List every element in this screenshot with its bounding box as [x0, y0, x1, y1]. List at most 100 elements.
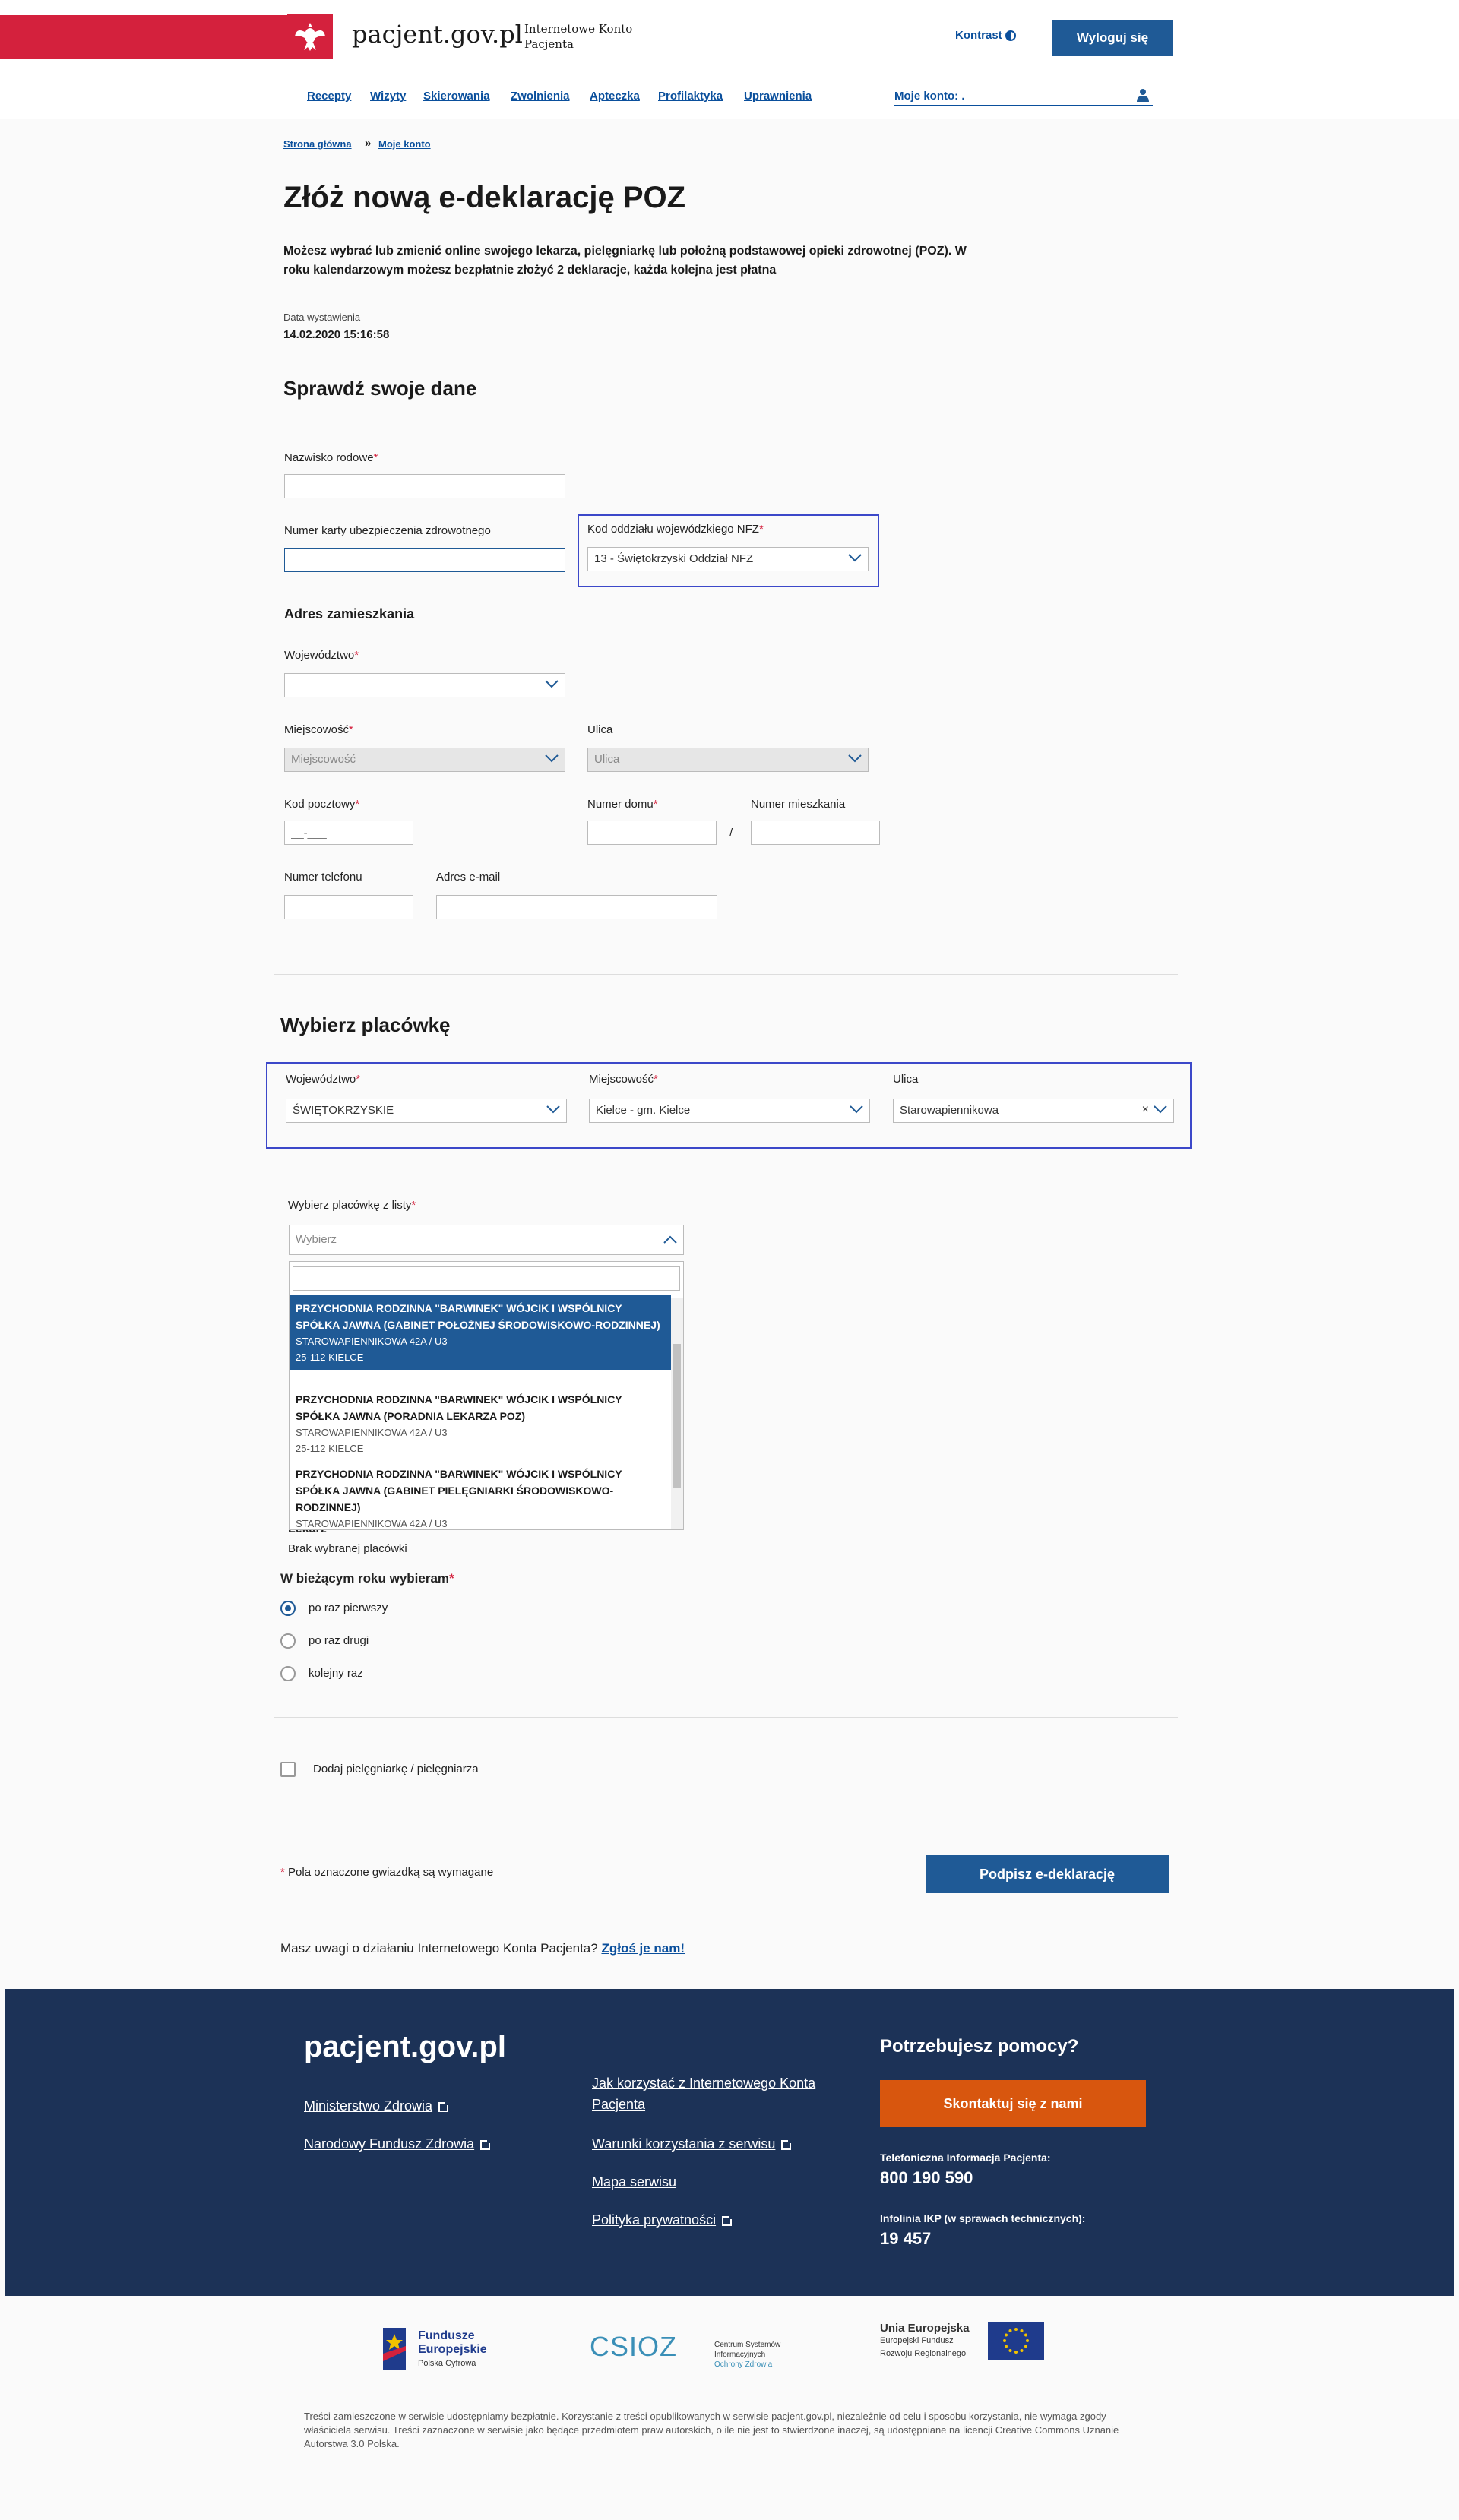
footer-link-nfz[interactable]: Narodowy Fundusz Zdrowia: [304, 2133, 492, 2155]
csioz-logo: CSIOZ Centrum Systemów Informacyjnych Oc…: [590, 2331, 833, 2369]
user-icon[interactable]: [1137, 88, 1149, 102]
facility-street-label: Ulica: [893, 1073, 919, 1086]
fe-line2: Europejskie: [418, 2343, 487, 2356]
external-link-icon: [480, 2138, 492, 2150]
my-account-label[interactable]: Moje konto: .: [894, 90, 965, 103]
footer-link-sitemap[interactable]: Mapa serwisu: [592, 2171, 676, 2193]
facility-street-select[interactable]: Starowapiennikowa ×: [893, 1099, 1174, 1123]
facility-option[interactable]: PRZYCHODNIA RODZINNA "BARWINEK" WÓJCIK I…: [290, 1386, 671, 1461]
nfz-label: Kod oddziału wojewódzkiego NFZ*: [587, 523, 764, 536]
footer-logo[interactable]: pacjent.gov.pl: [304, 2030, 506, 2064]
facility-option-name: PRZYCHODNIA RODZINNA "BARWINEK" WÓJCIK I…: [296, 1468, 622, 1513]
fe-line1: Fundusze: [418, 2329, 475, 2342]
subtitle-line1: Internetowe Konto: [524, 22, 633, 36]
fe-star-icon: [383, 2328, 406, 2370]
phone-input[interactable]: [284, 895, 413, 919]
facility-option-postal: 25-112 KIELCE: [296, 1352, 364, 1363]
page-title: Złóż nową e-deklarację POZ: [283, 181, 686, 214]
facility-option-address: STAROWAPIENNIKOWA 42A / U3: [296, 1518, 448, 1529]
chevron-down-icon: [545, 680, 559, 688]
street-placeholder: Ulica: [594, 753, 620, 766]
city-select: Miejscowość: [284, 748, 565, 772]
nav-recepty[interactable]: Recepty: [307, 90, 351, 103]
brand-red-band: [0, 15, 287, 59]
radio-first-time[interactable]: [280, 1601, 296, 1616]
insurance-card-input[interactable]: [284, 548, 565, 572]
external-link-icon: [438, 2100, 451, 2112]
date-label: Data wystawienia: [283, 311, 361, 323]
flat-number-label: Numer mieszkania: [751, 798, 846, 811]
house-number-input[interactable]: [587, 821, 717, 845]
nav-apteczka[interactable]: Apteczka: [590, 90, 640, 103]
radio-next-time-label: kolejny raz: [309, 1667, 363, 1680]
radio-second-time[interactable]: [280, 1633, 296, 1649]
nav-wizyty[interactable]: Wizyty: [370, 90, 406, 103]
polish-eagle-icon: [287, 14, 333, 59]
account-underline: [894, 105, 1153, 106]
required-note: * Pola oznaczone gwiazdką są wymagane: [280, 1866, 494, 1879]
eu-logo: Unia Europejska Europejski Fundusz Rozwo…: [880, 2322, 1047, 2367]
maiden-name-label: Nazwisko rodowe*: [284, 451, 378, 464]
nfz-value: 13 - Świętokrzyski Oddział NFZ: [594, 552, 754, 565]
dropdown-scrollbar[interactable]: [671, 1298, 683, 1529]
breadcrumb-account[interactable]: Moje konto: [378, 138, 431, 150]
facility-dropdown: PRZYCHODNIA RODZINNA "BARWINEK" WÓJCIK I…: [289, 1261, 684, 1530]
contrast-label: Kontrast: [955, 29, 1002, 42]
csioz-sub1: Centrum Systemów Informacyjnych: [714, 2341, 781, 2359]
street-select: Ulica: [587, 748, 869, 772]
nfz-select[interactable]: 13 - Świętokrzyski Oddział NFZ: [587, 547, 869, 571]
main-nav: [0, 76, 1459, 119]
year-choice-label: W bieżącym roku wybieram*: [280, 1571, 454, 1586]
radio-next-time[interactable]: [280, 1666, 296, 1681]
facility-search-input[interactable]: [293, 1266, 680, 1291]
radio-first-time-label: po raz pierwszy: [309, 1601, 388, 1614]
site-logo[interactable]: pacjent.gov.pl: [352, 20, 523, 49]
chevron-up-icon: [663, 1235, 677, 1244]
facility-option[interactable]: PRZYCHODNIA RODZINNA "BARWINEK" WÓJCIK I…: [290, 1295, 671, 1370]
check-data-heading: Sprawdź swoje dane: [283, 377, 477, 400]
postal-input[interactable]: [284, 821, 413, 845]
nav-uprawnienia[interactable]: Uprawnienia: [744, 90, 812, 103]
nav-skierowania[interactable]: Skierowania: [423, 90, 490, 103]
contrast-icon: [1005, 30, 1016, 42]
add-nurse-checkbox[interactable]: [280, 1762, 296, 1777]
contrast-toggle[interactable]: Kontrast: [955, 29, 1016, 42]
facility-list-placeholder: Wybierz: [296, 1233, 337, 1246]
facility-voivodeship-select[interactable]: ŚWIĘTOKRZYSKIE: [286, 1099, 567, 1123]
footer-link-howto[interactable]: Jak korzystać z Internetowego Konta Pacj…: [592, 2073, 835, 2115]
email-input[interactable]: [436, 895, 717, 919]
eu-line1: Unia Europejska: [880, 2322, 970, 2335]
street-label: Ulica: [587, 723, 613, 736]
footer-link-terms[interactable]: Warunki korzystania z serwisu: [592, 2133, 793, 2155]
nav-zwolnienia[interactable]: Zwolnienia: [511, 90, 570, 103]
contact-us-button[interactable]: Skontaktuj się z nami: [880, 2080, 1146, 2127]
ikp-hotline-value: 19 457: [880, 2229, 932, 2248]
facility-option[interactable]: PRZYCHODNIA RODZINNA "BARWINEK" WÓJCIK I…: [290, 1461, 671, 1529]
facility-city-label: Miejscowość*: [589, 1073, 658, 1086]
maiden-name-input[interactable]: [284, 474, 565, 498]
chevron-down-icon: [848, 554, 862, 562]
city-placeholder: Miejscowość: [291, 753, 356, 766]
scrollbar-thumb[interactable]: [673, 1344, 681, 1488]
fundusze-europejskie-logo: Fundusze Europejskie Polska Cyfrowa: [380, 2323, 502, 2376]
facility-list-select[interactable]: Wybierz: [289, 1225, 684, 1255]
footer-link-privacy[interactable]: Polityka prywatności: [592, 2209, 734, 2231]
logout-button[interactable]: Wyloguj się: [1052, 20, 1173, 56]
feedback-link[interactable]: Zgłoś je nam!: [601, 1941, 685, 1956]
flat-number-input[interactable]: [751, 821, 880, 845]
nav-profilaktyka[interactable]: Profilaktyka: [658, 90, 723, 103]
external-link-icon: [781, 2138, 793, 2150]
chevron-down-icon: [1154, 1105, 1167, 1114]
facility-list-label: Wybierz placówkę z listy*: [288, 1199, 416, 1212]
clear-icon[interactable]: ×: [1142, 1103, 1149, 1117]
footer-link-ministry[interactable]: Ministerstwo Zdrowia: [304, 2095, 451, 2117]
phone-info-label: Telefoniczna Informacja Pacjenta:: [880, 2152, 1051, 2164]
facility-city-select[interactable]: Kielce - gm. Kielce: [589, 1099, 870, 1123]
breadcrumb-home[interactable]: Strona główna: [283, 138, 352, 150]
insurance-card-label: Numer karty ubezpieczenia zdrowotnego: [284, 524, 491, 537]
voivodeship-select[interactable]: [284, 673, 565, 697]
sign-declaration-button[interactable]: Podpisz e-deklarację: [926, 1855, 1169, 1893]
breadcrumb-separator: »: [365, 137, 372, 150]
phone-label: Numer telefonu: [284, 871, 362, 884]
ikp-hotline-label: Infolinia IKP (w sprawach technicznych):: [880, 2212, 1086, 2224]
